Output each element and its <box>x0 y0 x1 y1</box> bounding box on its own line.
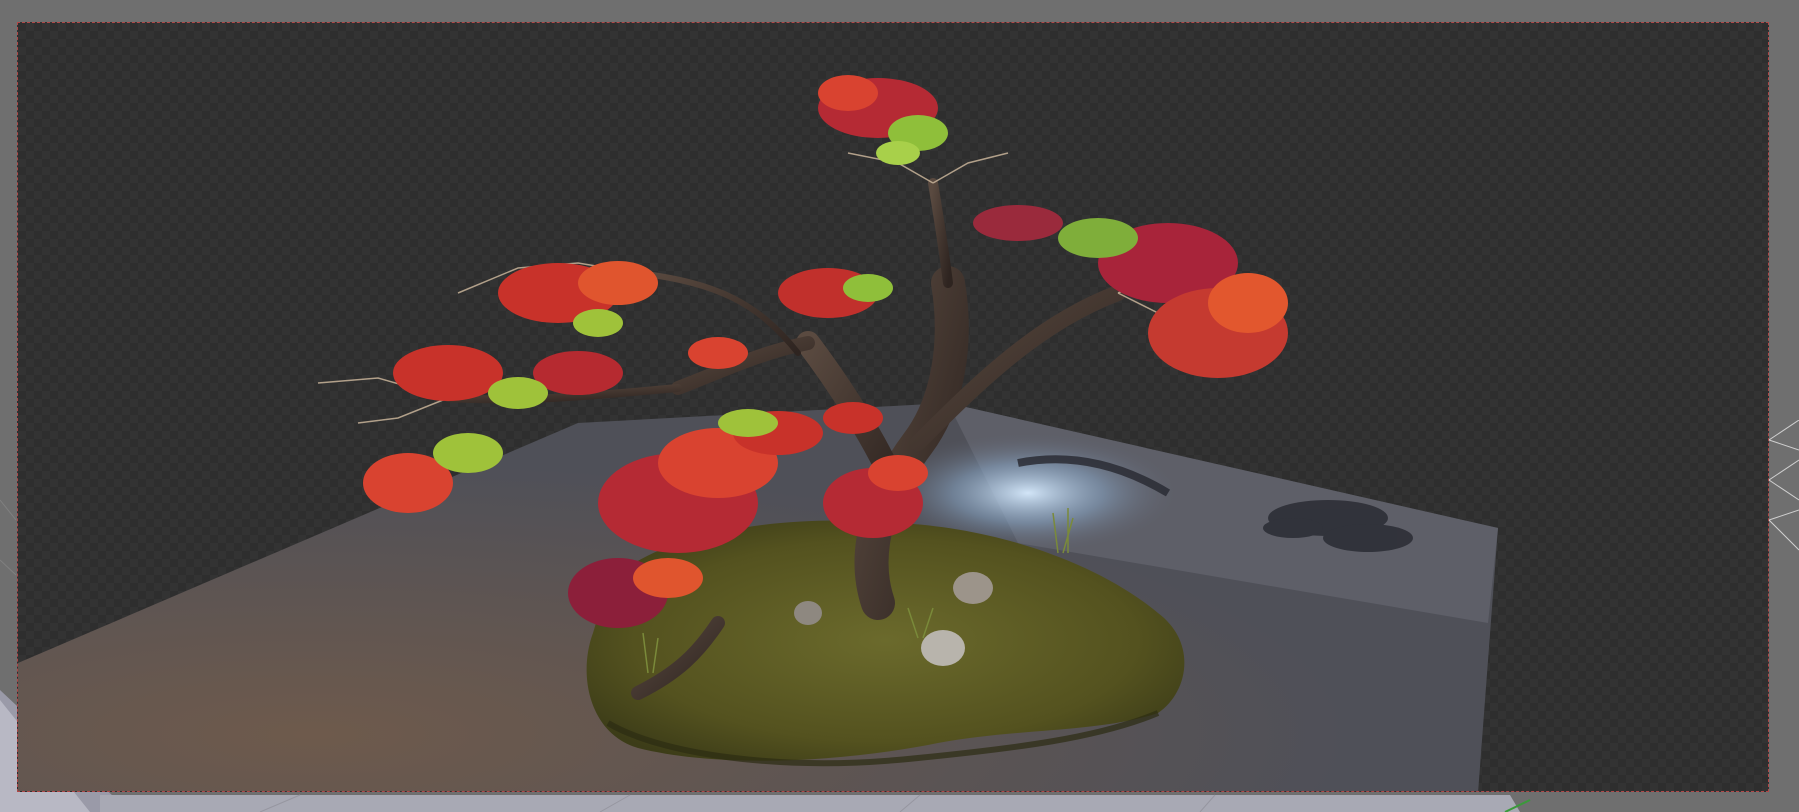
camera-object-wireframe[interactable] <box>1769 420 1799 560</box>
camera-frame <box>17 22 1769 792</box>
grid-line <box>0 559 17 576</box>
scene-render <box>18 75 1498 791</box>
3d-viewport[interactable] <box>0 0 1799 812</box>
grid-line <box>0 499 17 521</box>
floor-plane-bottom <box>100 795 1520 812</box>
